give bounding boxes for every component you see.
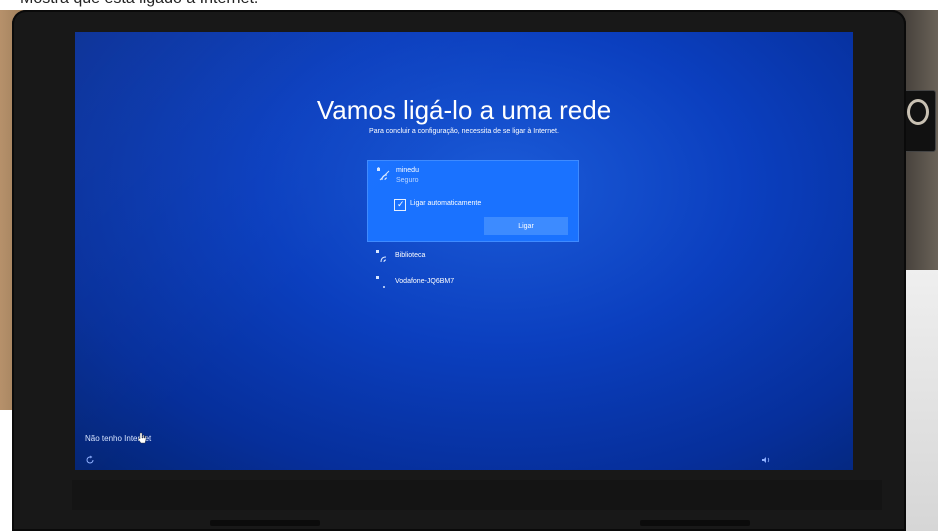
ease-of-access-icon[interactable]	[85, 455, 95, 465]
hand-cursor-icon	[137, 432, 147, 444]
network-ssid: Biblioteca	[395, 252, 426, 259]
network-item-selected[interactable]: minedu Seguro ✓ Ligar automaticamente Li…	[367, 160, 579, 242]
volume-icon[interactable]	[761, 455, 771, 465]
connect-button[interactable]: Ligar	[484, 217, 568, 235]
wifi-lock-icon	[375, 249, 389, 263]
top-caption-text: Mostra que esta ligado à Internet."	[20, 0, 264, 8]
wifi-lock-icon	[375, 275, 389, 289]
top-caption-strip: Mostra que esta ligado à Internet."	[0, 0, 938, 10]
network-ssid: minedu	[396, 167, 419, 174]
network-item[interactable]: Vodafone-JQ6BM7	[367, 270, 577, 294]
wifi-lock-icon	[376, 167, 390, 181]
laptop-hinge-left	[210, 520, 320, 526]
page-subtitle: Para concluir a configuração, necessita …	[369, 128, 559, 135]
network-ssid: Vodafone-JQ6BM7	[395, 278, 455, 285]
network-list: minedu Seguro ✓ Ligar automaticamente Li…	[367, 160, 579, 294]
auto-connect-label: Ligar automaticamente	[410, 200, 482, 207]
auto-connect-checkbox[interactable]: ✓	[394, 199, 406, 211]
checkmark-icon: ✓	[397, 199, 405, 209]
ring-shape	[907, 99, 929, 125]
laptop-screen: Vamos ligá-lo a uma rede Para concluir a…	[75, 32, 853, 470]
network-status: Seguro	[396, 177, 419, 184]
page-title: Vamos ligá-lo a uma rede	[316, 95, 612, 125]
network-item[interactable]: Biblioteca	[367, 244, 577, 268]
laptop-hinge-right	[640, 520, 750, 526]
bezel-bottom	[72, 480, 882, 510]
